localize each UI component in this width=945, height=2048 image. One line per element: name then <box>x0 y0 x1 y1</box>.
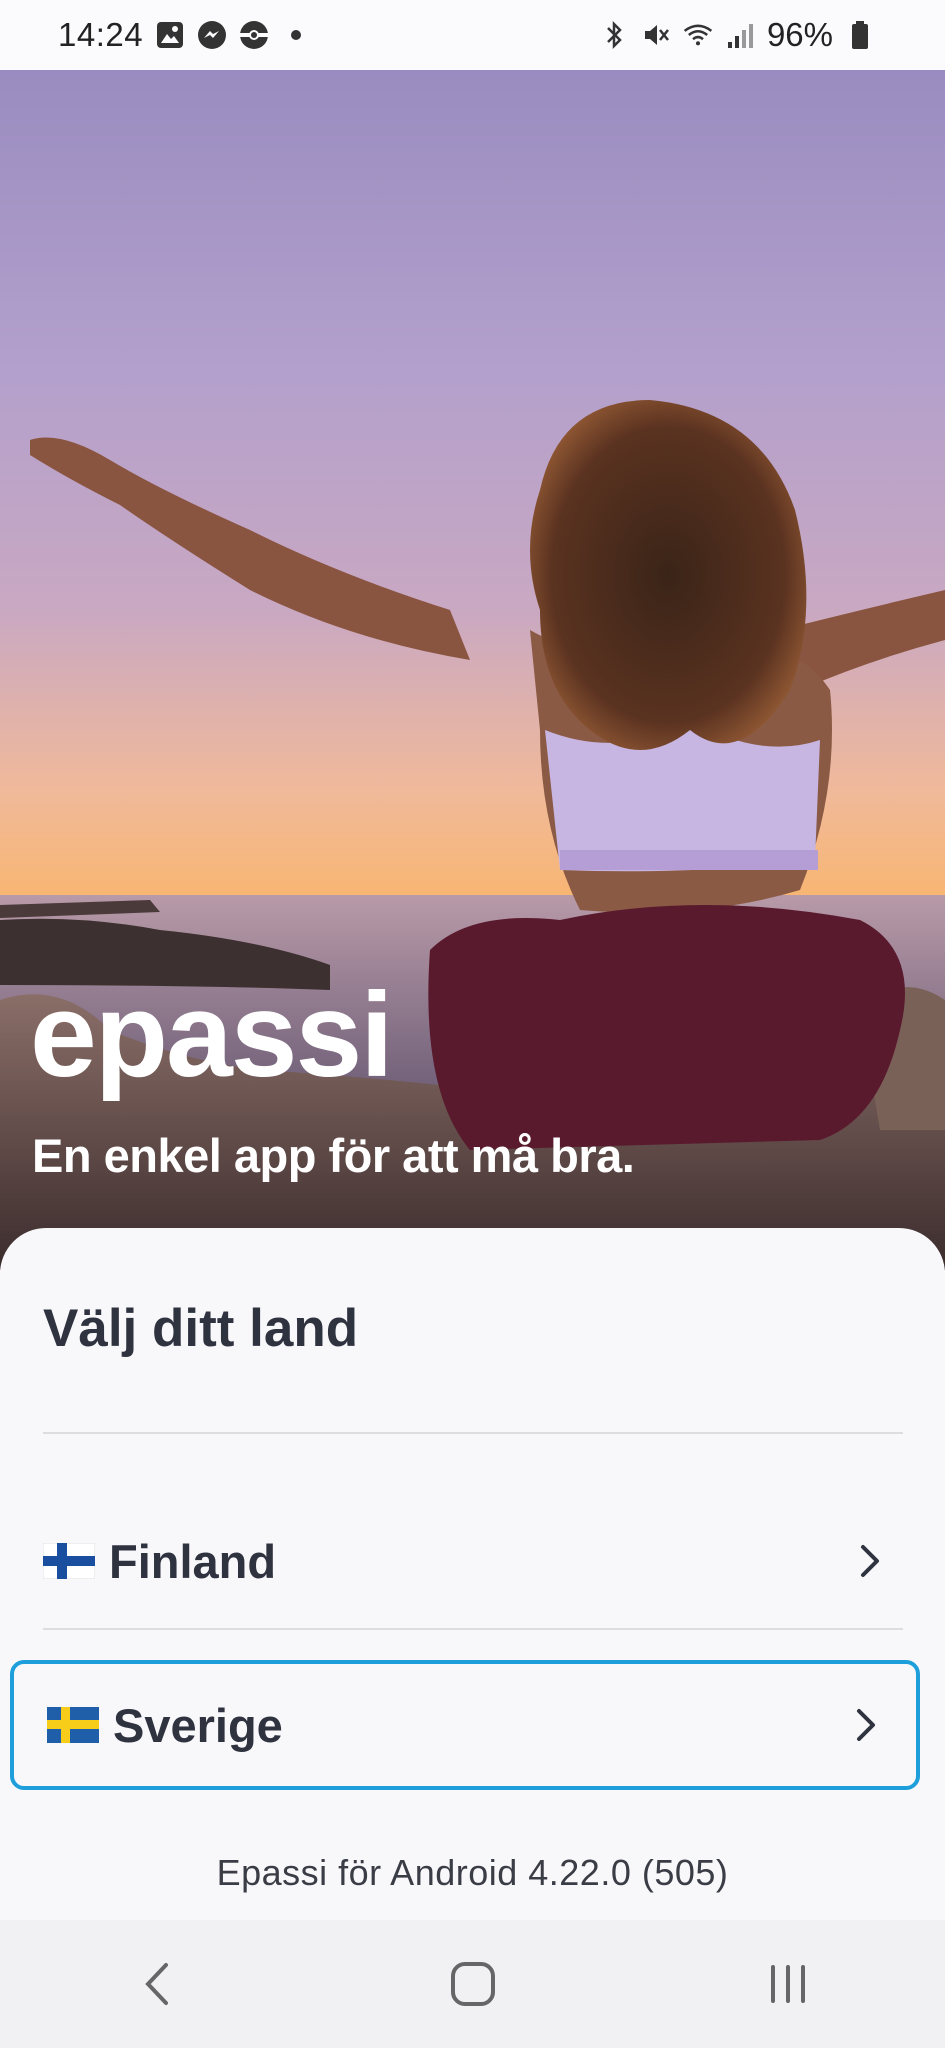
status-bar-right: 96% <box>599 16 875 54</box>
status-bar-left: 14:24 <box>58 16 302 54</box>
pokeball-icon <box>239 20 269 50</box>
mute-icon <box>641 20 671 50</box>
chevron-right-icon <box>850 1541 890 1581</box>
chevron-right-icon <box>846 1705 886 1745</box>
divider <box>43 1432 903 1434</box>
sheet-title: Välj ditt land <box>43 1299 359 1358</box>
system-nav-bar <box>0 1920 945 2048</box>
battery-icon <box>845 20 875 50</box>
recents-icon[interactable] <box>728 1944 848 2024</box>
hero-image: epassi En enkel app för att må bra. <box>0 70 945 1270</box>
country-row-sverige[interactable]: Sverige <box>10 1660 920 1790</box>
battery-percent: 96% <box>766 16 833 53</box>
tagline: En enkel app för att må bra. <box>32 1129 635 1182</box>
messenger-icon <box>197 20 227 50</box>
dot-icon <box>291 30 302 40</box>
bluetooth-icon <box>599 20 629 50</box>
clock: 14:24 <box>58 16 144 53</box>
sweden-flag-icon <box>47 1707 99 1743</box>
gallery-icon <box>155 20 185 50</box>
status-bar: 14:24 96% <box>0 0 945 70</box>
wifi-icon <box>683 20 713 50</box>
home-icon[interactable] <box>413 1944 533 2024</box>
country-select-sheet: Välj ditt land Finland Sverige Epassi fö… <box>0 1228 945 1920</box>
epassi-logo: epassi <box>30 968 394 1102</box>
finland-flag-icon <box>42 1542 96 1580</box>
country-row-finland[interactable]: Finland <box>10 1496 920 1626</box>
app-version: Epassi för Android 4.22.0 (505) <box>216 1852 729 1893</box>
back-icon[interactable] <box>98 1944 218 2024</box>
divider <box>43 1628 903 1630</box>
country-label: Finland <box>109 1534 277 1588</box>
signal-icon <box>725 20 755 50</box>
country-label: Sverige <box>113 1698 283 1752</box>
